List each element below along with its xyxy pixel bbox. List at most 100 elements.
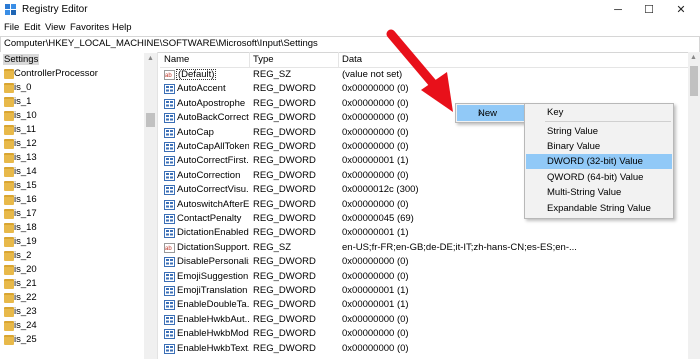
value-row[interactable]: EnableHwkbMode REG_DWORD 0x00000000 (0) bbox=[160, 327, 688, 341]
tree-item[interactable]: is_25 bbox=[0, 333, 157, 347]
folder-icon bbox=[4, 223, 14, 233]
key-tree: Settings ControllerProcessor is_0 is_1 i… bbox=[0, 52, 158, 359]
minimize-button[interactable]: ─ bbox=[605, 2, 631, 18]
value-type: REG_DWORD bbox=[253, 198, 316, 210]
chevron-right-icon: › bbox=[478, 108, 482, 119]
tree-item-settings[interactable]: Settings bbox=[0, 53, 157, 67]
menu-view[interactable]: View bbox=[45, 22, 65, 33]
tree-item[interactable]: is_18 bbox=[0, 221, 157, 235]
value-data: 0x00000045 (69) bbox=[342, 213, 414, 224]
close-button[interactable]: ✕ bbox=[668, 2, 694, 18]
value-row[interactable]: DisablePersonaliz... REG_DWORD 0x00000000 … bbox=[160, 255, 688, 269]
folder-icon bbox=[4, 307, 14, 317]
value-row[interactable]: EnableHwkbAut... REG_DWORD 0x00000000 (0) bbox=[160, 313, 688, 327]
value-data: en-US;fr-FR;en-GB;de-DE;it-IT;zh-hans-CN… bbox=[342, 241, 577, 253]
value-row[interactable]: DictationEnabled REG_DWORD 0x00000001 (1) bbox=[160, 226, 688, 240]
menu-separator bbox=[545, 121, 671, 122]
address-path[interactable]: Computer\HKEY_LOCAL_MACHINE\SOFTWARE\Mic… bbox=[4, 38, 318, 49]
submenu-item-label: Multi-String Value bbox=[547, 187, 622, 198]
tree-item-label: is_23 bbox=[14, 306, 37, 317]
submenu-item-expandable-string-value[interactable]: Expandable String Value bbox=[526, 201, 672, 216]
address-bar[interactable]: Computer\HKEY_LOCAL_MACHINE\SOFTWARE\Mic… bbox=[0, 36, 700, 53]
value-name: EnableHwkbText... bbox=[177, 342, 249, 354]
value-data: 0x00000001 (1) bbox=[342, 227, 409, 239]
tree-item[interactable]: is_12 bbox=[0, 137, 157, 151]
scroll-up-arrow-icon[interactable]: ▲ bbox=[690, 54, 697, 61]
submenu-item-qword-value[interactable]: QWORD (64-bit) Value bbox=[526, 170, 672, 185]
tree-item[interactable]: is_2 bbox=[0, 249, 157, 263]
tree-item[interactable]: is_10 bbox=[0, 109, 157, 123]
value-name: DisablePersonaliz... bbox=[177, 256, 249, 268]
value-type: REG_DWORD bbox=[253, 97, 316, 109]
value-name: EnableHwkbMode bbox=[177, 328, 249, 340]
scroll-up-arrow-icon[interactable]: ▲ bbox=[147, 55, 154, 62]
value-data: 0x00000000 (0) bbox=[342, 270, 409, 282]
value-name: AutoswitchAfterE... bbox=[177, 198, 249, 210]
folder-icon bbox=[4, 111, 14, 121]
value-row[interactable]: EmojiSuggestion REG_DWORD 0x00000000 (0) bbox=[160, 270, 688, 284]
submenu-item-key[interactable]: Key bbox=[526, 105, 672, 120]
submenu-item-multi-string-value[interactable]: Multi-String Value bbox=[526, 185, 672, 200]
column-divider[interactable] bbox=[249, 52, 250, 67]
tree-item[interactable]: is_16 bbox=[0, 193, 157, 207]
tree-item[interactable]: is_21 bbox=[0, 277, 157, 291]
folder-icon bbox=[4, 139, 14, 149]
value-data: 0x00000000 (0) bbox=[342, 313, 409, 325]
tree-scroll-thumb[interactable] bbox=[146, 113, 155, 127]
tree-scrollbar[interactable]: ▲ bbox=[144, 53, 157, 359]
tree-item[interactable]: ControllerProcessor bbox=[0, 67, 157, 81]
value-name: AutoCorrectVisu... bbox=[177, 184, 249, 196]
column-header-name[interactable]: Name bbox=[164, 54, 189, 65]
svg-text:ab: ab bbox=[165, 246, 172, 252]
tree-item[interactable]: is_20 bbox=[0, 263, 157, 277]
menu-help[interactable]: Help bbox=[112, 22, 132, 33]
tree-item-label: is_17 bbox=[14, 208, 37, 219]
menu-edit[interactable]: Edit bbox=[24, 22, 40, 33]
tree-item[interactable]: is_24 bbox=[0, 319, 157, 333]
tree-item[interactable]: is_22 bbox=[0, 291, 157, 305]
value-row[interactable]: EnableHwkbText... REG_DWORD 0x00000000 (0) bbox=[160, 342, 688, 356]
dword-value-icon bbox=[164, 343, 175, 354]
dword-value-icon bbox=[164, 329, 175, 340]
value-type: REG_DWORD bbox=[253, 270, 316, 282]
value-row[interactable]: ab DictationSupport... REG_SZ en-US;fr-FR;e… bbox=[160, 241, 688, 255]
submenu-item-string-value[interactable]: String Value bbox=[526, 124, 672, 139]
submenu-item-dword-value[interactable]: DWORD (32-bit) Value bbox=[526, 154, 672, 169]
tree-item-label: is_24 bbox=[14, 320, 37, 331]
value-data: 0x0000012c (300) bbox=[342, 184, 419, 196]
column-header-data[interactable]: Data bbox=[342, 54, 362, 65]
tree-item[interactable]: is_11 bbox=[0, 123, 157, 137]
list-scrollbar[interactable]: ▲ bbox=[688, 52, 700, 359]
tree-item-label: is_19 bbox=[14, 236, 37, 247]
value-row[interactable]: EnableDoubleTa... REG_DWORD 0x00000001 (1) bbox=[160, 298, 688, 312]
tree-item-label: is_21 bbox=[14, 278, 37, 289]
tree-item[interactable]: is_23 bbox=[0, 305, 157, 319]
value-type: REG_DWORD bbox=[253, 83, 316, 95]
tree-item[interactable]: is_15 bbox=[0, 179, 157, 193]
tree-item[interactable]: is_13 bbox=[0, 151, 157, 165]
tree-item[interactable]: is_1 bbox=[0, 95, 157, 109]
menu-favorites[interactable]: Favorites bbox=[70, 22, 109, 33]
column-header-type[interactable]: Type bbox=[253, 54, 274, 65]
menu-item-new[interactable]: New › bbox=[457, 105, 525, 121]
dword-value-icon bbox=[164, 98, 175, 109]
tree-item-label: is_12 bbox=[14, 138, 37, 149]
tree-item[interactable]: is_0 bbox=[0, 81, 157, 95]
column-divider[interactable] bbox=[338, 52, 339, 67]
maximize-button[interactable]: ☐ bbox=[636, 2, 662, 18]
value-type: REG_SZ bbox=[253, 69, 292, 80]
tree-item-label: is_11 bbox=[14, 124, 37, 135]
list-scroll-thumb[interactable] bbox=[690, 66, 698, 96]
submenu-item-label: QWORD (64-bit) Value bbox=[547, 172, 644, 183]
folder-icon bbox=[4, 335, 14, 345]
tree-item-label: is_0 bbox=[14, 82, 32, 93]
new-submenu: Key String Value Binary Value DWORD (32-… bbox=[524, 103, 674, 219]
menu-file[interactable]: File bbox=[4, 22, 19, 33]
tree-item[interactable]: is_19 bbox=[0, 235, 157, 249]
value-row[interactable]: EmojiTranslation REG_DWORD 0x00000001 (1) bbox=[160, 284, 688, 298]
tree-item[interactable]: is_14 bbox=[0, 165, 157, 179]
tree-item-label: is_15 bbox=[14, 180, 37, 191]
tree-item[interactable]: is_17 bbox=[0, 207, 157, 221]
menu-bar: File Edit View Favorites Help bbox=[0, 20, 700, 36]
submenu-item-binary-value[interactable]: Binary Value bbox=[526, 139, 672, 154]
